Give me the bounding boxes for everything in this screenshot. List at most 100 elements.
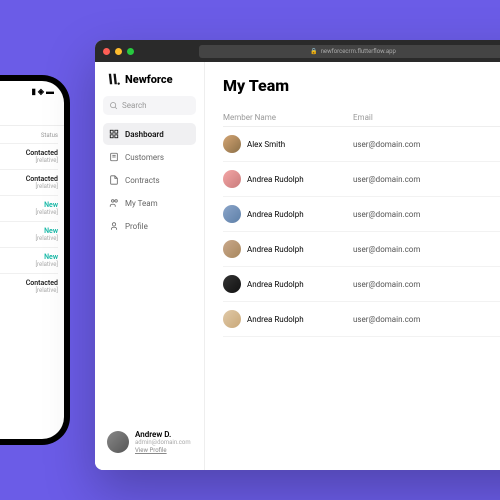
team-icon [109,198,119,208]
member-name: Andrea Rudolph [247,175,304,184]
maximize-dot[interactable] [127,48,134,55]
member-name: Alex Smith [247,140,285,149]
contracts-icon [109,175,119,185]
member-last-active: [relative] [473,210,500,219]
user-name: Andrew D. [135,430,191,439]
member-avatar [223,240,241,258]
sidebar-item-my-team[interactable]: My Team [103,192,196,214]
main-content: My Team Member Name Email Last Active Al… [205,62,500,470]
member-name: Andrea Rudolph [247,210,304,219]
phone-screen: ▮ ◈ ▬ Status Contacted[relative]Contacte… [0,81,64,439]
sidebar-item-label: Contracts [125,176,160,185]
col-email: Email [353,113,473,122]
phone-list-row[interactable]: Contacted[relative] [0,143,58,169]
search-icon [109,101,118,110]
sidebar-item-label: Profile [125,222,148,231]
member-email: user@domain.com [353,140,473,149]
member-name: Andrea Rudolph [247,280,304,289]
table-header: Member Name Email Last Active [223,109,500,127]
battery-icon: ▬ [46,87,54,96]
minimize-dot[interactable] [115,48,122,55]
wifi-icon: ◈ [38,87,44,96]
desktop-window: 🔒 newforcecrm.flutterflow.app Newforce S… [95,40,500,470]
phone-list-header: Status [0,130,58,143]
status-time: [relative] [35,235,58,242]
lock-icon: 🔒 [310,48,317,55]
status-badge: Contacted [26,149,58,157]
phone-mockup: ▮ ◈ ▬ Status Contacted[relative]Contacte… [0,75,70,445]
status-time: [relative] [35,157,58,164]
member-avatar [223,275,241,293]
app-shell: Newforce Search Dashboard Customers Cont… [95,62,500,470]
status-badge: Contacted [26,279,58,287]
close-dot[interactable] [103,48,110,55]
col-name: Member Name [223,113,353,122]
sidebar-item-label: Dashboard [125,130,164,139]
table-row[interactable]: Andrea Rudolphuser@domain.com[relative] [223,232,500,267]
phone-list-row[interactable]: Contacted[relative] [0,273,58,299]
search-placeholder: Search [122,101,147,110]
table-row[interactable]: Andrea Rudolph user@domain.com[relative] [223,267,500,302]
team-table: Member Name Email Last Active Alex Smith… [223,109,500,337]
sidebar-item-label: Customers [125,153,164,162]
member-avatar [223,170,241,188]
member-email: user@domain.com [353,210,473,219]
status-badge: New [44,201,58,209]
member-avatar [223,205,241,223]
brand-logo-icon [107,72,121,86]
phone-list-row[interactable]: New[relative] [0,195,58,221]
status-badge: Contacted [26,175,58,183]
phone-list-row[interactable]: New[relative] [0,221,58,247]
col-last: Last Active [473,113,500,122]
page-title: My Team [223,76,500,95]
status-time: [relative] [35,261,58,268]
nav: Dashboard Customers Contracts My Team Pr… [103,123,196,237]
search-input[interactable]: Search [103,96,196,115]
brand[interactable]: Newforce [103,72,196,86]
sidebar-item-customers[interactable]: Customers [103,146,196,168]
window-titlebar: 🔒 newforcecrm.flutterflow.app [95,40,500,62]
sidebar-footer[interactable]: Andrew D. admin@domain.com View Profile [103,424,196,460]
url-text: newforcecrm.flutterflow.app [321,48,396,55]
status-time: [relative] [35,183,58,190]
sidebar-item-profile[interactable]: Profile [103,215,196,237]
member-last-active: [relative] [473,175,500,184]
member-last-active: [relative] [473,280,500,289]
member-email: user@domain.com [353,175,473,184]
url-bar[interactable]: 🔒 newforcecrm.flutterflow.app [199,45,500,58]
member-email: user@domain.com [353,315,473,324]
member-name: Andrea Rudolph [247,315,304,324]
profile-icon [109,221,119,231]
member-email: user@domain.com [353,280,473,289]
status-time: [relative] [35,287,58,294]
table-row[interactable]: Andrea Rudolph user@domain.com[relative] [223,197,500,232]
table-row[interactable]: Andrea Rudolph user@domain.com[relative] [223,302,500,337]
table-row[interactable]: Andrea Rudolph user@domain.com[relative] [223,162,500,197]
customers-icon [109,152,119,162]
sidebar-item-label: My Team [125,199,158,208]
status-time: [relative] [35,209,58,216]
member-last-active: [relative] [473,315,500,324]
status-badge: New [44,227,58,235]
view-profile-link[interactable]: View Profile [135,447,191,454]
member-last-active: [relative] [473,140,500,149]
phone-list-row[interactable]: Contacted[relative] [0,169,58,195]
signal-icon: ▮ [31,87,35,96]
phone-list: Status Contacted[relative]Contacted[rela… [0,126,64,303]
user-email: admin@domain.com [135,439,191,446]
sidebar-item-dashboard[interactable]: Dashboard [103,123,196,145]
phone-statusbar: ▮ ◈ ▬ [0,81,64,98]
phone-list-row[interactable]: New[relative] [0,247,58,273]
status-badge: New [44,253,58,261]
sidebar: Newforce Search Dashboard Customers Cont… [95,62,205,470]
member-last-active: [relative] [473,245,500,254]
user-avatar [107,431,129,453]
member-email: user@domain.com [353,245,473,254]
phone-searchbar[interactable] [0,98,64,126]
dashboard-icon [109,129,119,139]
brand-name: Newforce [125,73,173,86]
sidebar-item-contracts[interactable]: Contracts [103,169,196,191]
member-avatar [223,135,241,153]
table-row[interactable]: Alex Smith user@domain.com[relative] [223,127,500,162]
member-avatar [223,310,241,328]
